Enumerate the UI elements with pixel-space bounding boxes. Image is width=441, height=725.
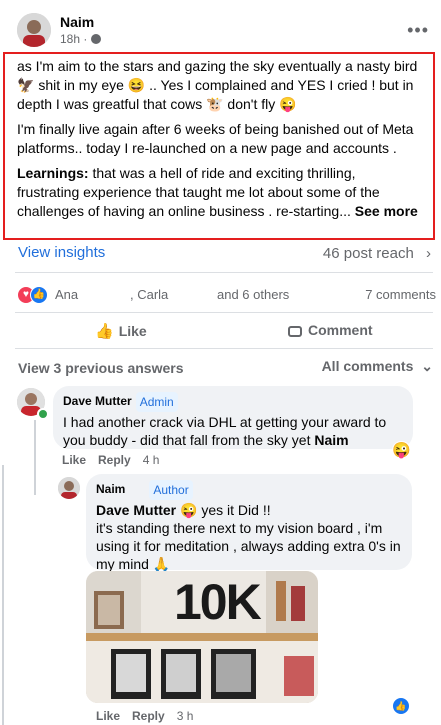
comment-label: Comment: [308, 322, 373, 338]
comment-text: I had another crack via DHL at getting y…: [63, 413, 403, 449]
comment-button[interactable]: Comment: [288, 322, 373, 338]
like-button[interactable]: 👍 Like: [95, 322, 147, 340]
reactor-2: , Carla: [130, 287, 169, 302]
reply-avatar[interactable]: [58, 477, 80, 499]
comment-bubble: Dave Mutter Admin I had another crack via…: [53, 386, 413, 449]
like-label: Like: [118, 323, 147, 339]
divider: [15, 272, 433, 273]
comment-time: 4 h: [142, 453, 160, 467]
reply-mention[interactable]: Dave Mutter: [96, 502, 176, 518]
author-badge: Author: [149, 480, 193, 500]
group-icon: [90, 34, 101, 44]
reply-line-1: Dave Mutter 😜 yes it Did !!: [96, 501, 402, 519]
divider: [15, 348, 433, 349]
reply-author[interactable]: Naim: [96, 482, 125, 496]
post-reach[interactable]: 46 post reach ›: [323, 245, 431, 262]
admin-badge: Admin: [135, 392, 178, 412]
reply-time: 3 h: [176, 709, 194, 723]
reactor-1: Ana: [55, 287, 79, 302]
speech-bubble-icon: [288, 326, 302, 337]
award-10k-text: 10K: [174, 574, 262, 630]
more-options-icon[interactable]: •••: [407, 20, 429, 41]
post-time-text: 18h ·: [60, 32, 88, 46]
post-paragraph-3: Learnings: that was a hell of ride and e…: [17, 164, 421, 221]
view-insights-link[interactable]: View insights: [18, 244, 105, 261]
reply-text-2: it's standing there next to my vision bo…: [96, 520, 401, 572]
reply-like-button[interactable]: Like: [96, 709, 120, 723]
learnings-label: Learnings:: [17, 165, 89, 181]
thumbs-up-icon: 👍: [95, 323, 114, 340]
reply-photo[interactable]: 10K: [86, 571, 318, 703]
post-paragraph-1: as I'm aim to the stars and gazing the s…: [17, 58, 418, 112]
comment-like-button[interactable]: Like: [62, 453, 86, 467]
reply-text-1: 😜 yes it Did !!: [176, 502, 271, 518]
reactor-others: and 6 others: [217, 287, 290, 302]
author-name[interactable]: Naim: [60, 14, 94, 30]
reply-actions: Like Reply 3 h: [96, 709, 205, 723]
comment-author[interactable]: Dave Mutter: [63, 394, 132, 408]
post-paragraph-2: I'm finally live again after 6 weeks of …: [17, 121, 414, 156]
reply-header: Naim Author: [96, 480, 402, 500]
thread-line: [2, 465, 4, 725]
reply-reply-button[interactable]: Reply: [132, 709, 165, 723]
author-avatar[interactable]: [17, 13, 51, 47]
post-time[interactable]: 18h ·: [60, 32, 101, 46]
mention[interactable]: Naim: [314, 432, 348, 448]
reactor-names[interactable]: Ana , Carla and 6 others: [55, 287, 325, 302]
comment-header: Dave Mutter Admin: [63, 392, 403, 412]
comments-count[interactable]: 7 comments: [365, 287, 436, 302]
sort-comments-dropdown[interactable]: All comments ⌄: [322, 358, 433, 375]
comment-reply-button[interactable]: Reply: [98, 453, 131, 467]
like-reaction-icon: 👍: [30, 286, 48, 304]
comment-reaction-emoji[interactable]: 😜: [392, 441, 411, 459]
reaction-icons[interactable]: ♥ 👍: [17, 286, 51, 304]
online-status-dot: [37, 408, 49, 420]
sort-label: All comments: [321, 358, 414, 374]
reply-bubble: Naim Author Dave Mutter 😜 yes it Did !! i…: [86, 474, 412, 572]
post-text: as I'm aim to the stars and gazing the s…: [3, 52, 435, 240]
reply-like-reaction-icon[interactable]: 👍: [392, 697, 410, 715]
see-more-link[interactable]: See more: [355, 203, 418, 219]
reply-connector: [34, 420, 36, 495]
comment-actions: Like Reply 4 h: [62, 453, 171, 467]
post-reach-text: 46 post reach: [322, 245, 414, 262]
chevron-down-icon: ⌄: [421, 358, 433, 374]
view-previous-answers[interactable]: View 3 previous answers: [18, 360, 184, 376]
chevron-right-icon: ›: [426, 245, 431, 262]
divider: [15, 312, 433, 313]
